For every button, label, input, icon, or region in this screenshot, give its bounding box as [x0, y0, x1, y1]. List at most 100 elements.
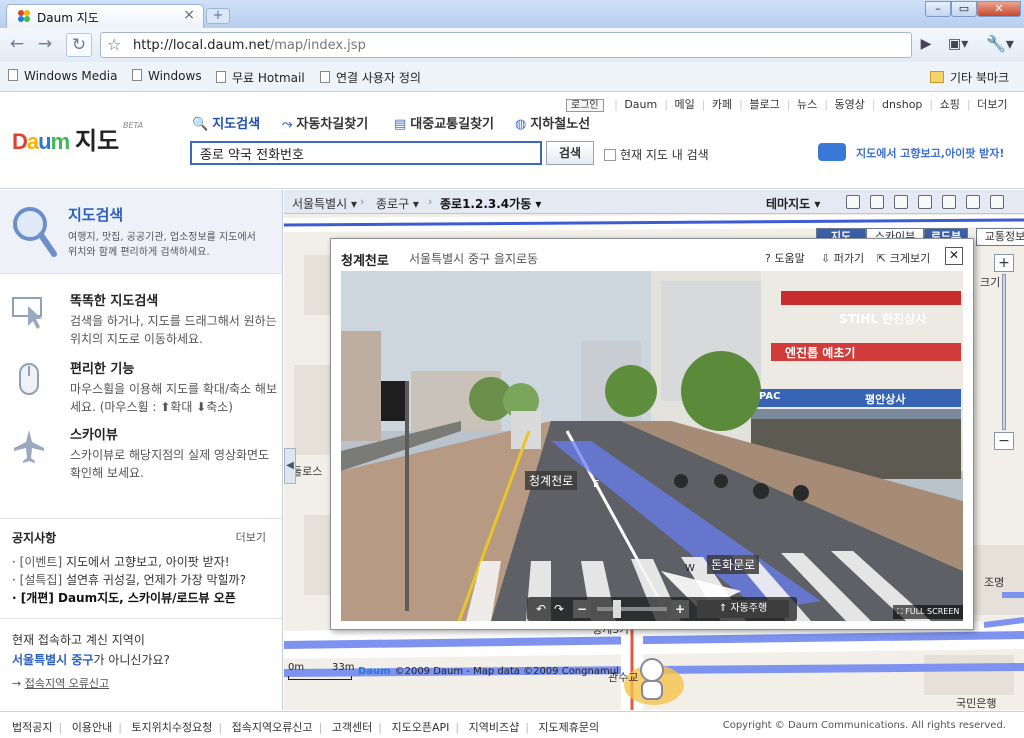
footer-link[interactable]: 지역비즈샵 — [469, 721, 520, 734]
notice-item[interactable]: · [개편] Daum지도, 스카이뷰/로드뷰 오픈 — [12, 589, 274, 607]
crumb-district[interactable]: 종로구 ▾ — [376, 195, 419, 212]
zoom-in-button[interactable]: + — [671, 600, 689, 618]
logo-daum: Daum — [12, 129, 70, 154]
crumb-dong[interactable]: 종로1.2.3.4가동 ▾ — [440, 195, 541, 212]
tab-transit-directions[interactable]: ▤ 대중교통길찾기 — [394, 113, 494, 132]
window-maximize-button[interactable]: ▭ — [951, 1, 977, 17]
footer-link[interactable]: 법적공지 — [12, 721, 52, 734]
footer-link[interactable]: 토지위치수정요청 — [131, 721, 212, 734]
topnav-blog[interactable]: 블로그 — [749, 98, 779, 111]
zoom-slider-handle[interactable] — [613, 600, 621, 618]
compass-east: E — [593, 479, 600, 490]
search-icon: 🔍 — [192, 117, 209, 132]
bookmark-item[interactable]: Windows Media — [8, 69, 117, 83]
topnav-more[interactable]: 더보기 — [977, 98, 1007, 111]
notice-section: 공지사항 더보기 · [이벤트] 지도에서 고향보고, 아이팟 받자! · [설… — [0, 518, 282, 616]
browser-toolbar: ← → ↻ ☆ http://local.daum.net/map/index.… — [0, 28, 1024, 62]
crumb-city[interactable]: 서울특별시 ▾ — [292, 195, 357, 212]
roadview-panorama[interactable]: STIHL 한진상사 엔진톱 예초기 평안상사 PAC 청계천로 돈화문로 E … — [341, 271, 963, 621]
go-button[interactable]: ▶ — [916, 36, 936, 56]
window-minimize-button[interactable]: – — [925, 1, 951, 17]
other-bookmarks-button[interactable]: 기타 북마크 — [930, 69, 1009, 86]
bookmark-item[interactable]: 연결 사용자 정의 — [320, 69, 421, 86]
auto-drive-button[interactable]: ⇑ 자동주행 — [697, 600, 789, 618]
divider: | — [58, 721, 63, 734]
footer-link[interactable]: 접속지역오류신고 — [232, 721, 313, 734]
tools-menu-button[interactable]: 🔧▾ — [986, 34, 1020, 56]
notice-text: 설연휴 귀성길, 언제가 가장 막힐까? — [65, 573, 246, 587]
footer-link[interactable]: 이용안내 — [72, 721, 112, 734]
airplane-icon — [14, 430, 44, 463]
shop-sign: PAC — [759, 391, 781, 402]
download-icon[interactable] — [846, 195, 860, 209]
footer-link[interactable]: 고객센터 — [332, 721, 372, 734]
footer-link[interactable]: 지도오픈API — [391, 721, 449, 734]
view-tab-traffic[interactable]: 교통정보 — [976, 228, 1024, 246]
ruler-icon[interactable] — [942, 195, 956, 209]
tab-map-search[interactable]: 🔍 지도검색 — [192, 113, 260, 132]
topnav-video[interactable]: 동영상 — [834, 98, 864, 111]
page-menu-button[interactable]: ▣▾ — [948, 36, 978, 56]
notice-tag: [설특집] — [19, 573, 63, 587]
promo-banner[interactable]: 지도에서 고향보고,아이팟 받자! — [818, 143, 1004, 161]
reload-button[interactable]: ↻ — [66, 33, 92, 57]
route-icon: ⤳ — [282, 117, 293, 132]
refresh-icon[interactable] — [990, 195, 1004, 209]
bookmark-star-icon[interactable]: ☆ — [107, 35, 121, 54]
topnav-news[interactable]: 뉴스 — [797, 98, 817, 111]
zoom-out-button[interactable]: − — [573, 600, 591, 618]
region-report-link[interactable]: 접속지역 오류신고 — [25, 677, 109, 690]
address-url[interactable]: http://local.daum.net/map/index.jsp — [133, 38, 366, 53]
zoom-out-button[interactable]: − — [994, 432, 1014, 450]
topnav-mail[interactable]: 메일 — [674, 98, 694, 111]
enlarge-button[interactable]: ⇱ 크게보기 — [877, 250, 930, 266]
back-button[interactable]: ← — [4, 33, 30, 57]
footer-link[interactable]: 지도제휴문의 — [538, 721, 599, 734]
notice-item[interactable]: · [설특집] 설연휴 귀성길, 언제가 가장 막힐까? — [12, 571, 274, 589]
rotate-right-icon[interactable]: ↷ — [551, 600, 567, 618]
address-bar[interactable]: ☆ http://local.daum.net/map/index.jsp — [100, 32, 912, 58]
topnav-dnshop[interactable]: dnshop — [882, 98, 922, 111]
tab-label: 대중교통길찾기 — [410, 117, 495, 132]
search-button[interactable]: 검색 — [546, 141, 594, 165]
road-label[interactable]: 돈화문로 — [707, 555, 760, 574]
tab-close-icon[interactable]: × — [183, 7, 195, 23]
zoom-slider[interactable] — [1002, 274, 1006, 430]
notice-item[interactable]: · [이벤트] 지도에서 고향보고, 아이팟 받자! — [12, 553, 274, 571]
browser-tab[interactable]: Daum 지도 × — [6, 4, 204, 28]
fullmap-icon[interactable] — [966, 195, 980, 209]
rotate-left-icon[interactable]: ↶ — [533, 600, 549, 618]
collapse-panel-button[interactable]: ◀ — [284, 448, 296, 484]
bookmark-item[interactable]: 무료 Hotmail — [216, 69, 305, 86]
help-button[interactable]: ? 도움말 — [765, 250, 805, 266]
tab-car-directions[interactable]: ⤳ 자동차길찾기 — [282, 113, 368, 132]
search-within-map-checkbox[interactable]: 현재 지도 내 검색 — [604, 146, 709, 163]
share-button[interactable]: ⇩ 퍼가기 — [821, 250, 864, 266]
new-tab-button[interactable]: + — [206, 8, 230, 24]
zoom-slider-track[interactable] — [597, 607, 667, 611]
topnav-shopping[interactable]: 쇼핑 — [940, 98, 960, 111]
zoom-in-button[interactable]: + — [994, 254, 1014, 272]
road-label[interactable]: 청계천로 — [525, 471, 578, 490]
shop-sign: 평안상사 — [865, 393, 906, 406]
search-input[interactable] — [190, 141, 542, 165]
daum-map-logo[interactable]: Daum 지도 BETA — [12, 121, 143, 156]
window-close-button[interactable]: ✕ — [977, 1, 1021, 17]
fullscreen-button[interactable]: ⛶ FULL SCREEN — [893, 605, 963, 619]
print-icon[interactable] — [918, 195, 932, 209]
close-button[interactable]: ✕ — [945, 247, 963, 265]
checkbox[interactable] — [604, 149, 616, 161]
notice-more-link[interactable]: 더보기 — [236, 529, 266, 545]
save-icon[interactable] — [870, 195, 884, 209]
mail-icon[interactable] — [894, 195, 908, 209]
topnav-daum[interactable]: Daum — [624, 98, 657, 111]
bookmark-item[interactable]: Windows — [132, 69, 202, 83]
theme-map-button[interactable]: 테마지도 ▾ — [766, 195, 820, 212]
tab-subway-map[interactable]: ◍ 지하철노선 — [515, 113, 590, 132]
region-name[interactable]: 서울특별시 중구 — [12, 653, 93, 667]
login-button[interactable]: 로그인 — [566, 99, 604, 112]
topnav-cafe[interactable]: 카페 — [712, 98, 732, 111]
forward-button[interactable]: → — [32, 33, 58, 57]
chevron-right-icon: › — [428, 195, 433, 208]
bookmark-label: 무료 Hotmail — [232, 71, 305, 85]
